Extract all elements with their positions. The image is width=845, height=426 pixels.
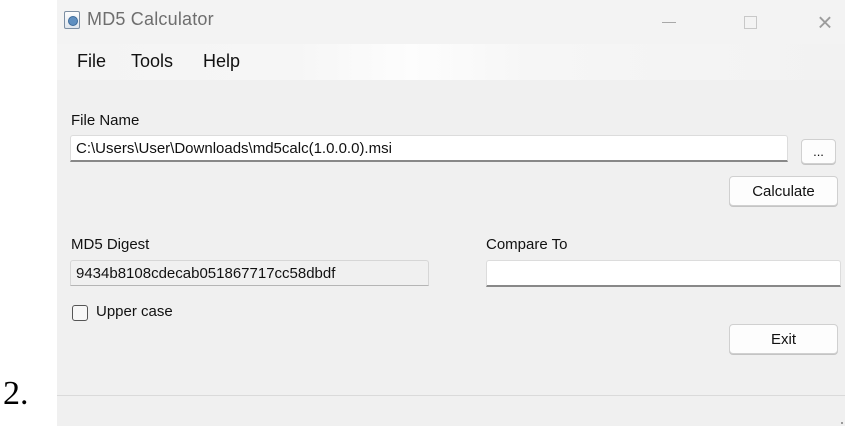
uppercase-checkbox[interactable]: [72, 305, 88, 321]
title-bar[interactable]: MD5 Calculator ×: [57, 0, 845, 44]
menu-tools[interactable]: Tools: [131, 51, 173, 72]
minimize-button[interactable]: [646, 0, 692, 44]
resize-grip[interactable]: [841, 422, 843, 424]
maximize-icon: [743, 15, 757, 29]
minimize-icon: [662, 21, 676, 23]
file-name-label: File Name: [71, 112, 140, 129]
md5-calculator-window: MD5 Calculator × File Tools Help File Na…: [57, 0, 845, 426]
menu-bar: File Tools Help: [57, 44, 845, 80]
calculate-button[interactable]: Calculate: [729, 176, 838, 206]
compare-to-label: Compare To: [486, 236, 568, 253]
status-bar: [57, 395, 845, 426]
close-icon: ×: [817, 7, 833, 37]
maximize-button[interactable]: [727, 0, 773, 44]
menu-help[interactable]: Help: [203, 51, 240, 72]
window-title: MD5 Calculator: [87, 9, 214, 29]
uppercase-label[interactable]: Upper case: [96, 303, 173, 320]
browse-button[interactable]: ...: [801, 139, 836, 164]
menu-file[interactable]: File: [77, 51, 106, 72]
md5-app-icon: [64, 11, 80, 29]
md5-digest-field[interactable]: 9434b8108cdecab051867717cc58dbdf: [70, 260, 429, 286]
file-name-input[interactable]: C:\Users\User\Downloads\md5calc(1.0.0.0)…: [70, 135, 788, 162]
compare-to-input[interactable]: [486, 260, 841, 287]
exit-button[interactable]: Exit: [729, 324, 838, 354]
list-number: 2.: [3, 375, 29, 412]
close-button[interactable]: ×: [802, 0, 845, 44]
md5-digest-label: MD5 Digest: [71, 236, 150, 253]
